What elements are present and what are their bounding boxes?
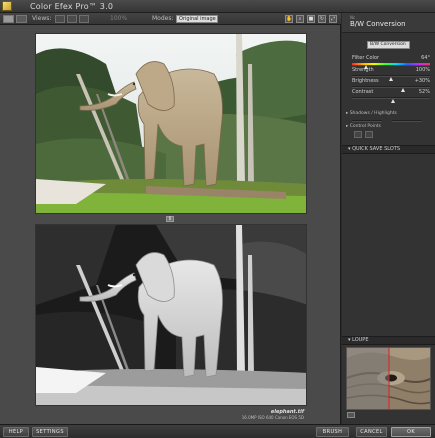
zoom-readout[interactable]: 100%	[110, 14, 127, 24]
settings-button[interactable]: SETTINGS	[32, 427, 68, 437]
slider-track[interactable]	[352, 86, 430, 88]
zoom-tool-icon[interactable]: ⌕	[296, 15, 304, 23]
filter-header: Nc B/W Conversion	[342, 13, 435, 33]
slider-value: 64°	[421, 55, 430, 61]
hand-tool-icon[interactable]: ✋	[285, 15, 293, 23]
view-side-by-side-button[interactable]	[55, 15, 65, 23]
title-bar: Color Efex Pro™ 3.0	[0, 0, 435, 13]
converted-preview-image[interactable]	[35, 224, 307, 406]
fit-screen-icon[interactable]: ⤢	[329, 15, 337, 23]
filter-panel: Nc B/W Conversion B/W Conversion Filter …	[342, 13, 435, 424]
help-button[interactable]: HELP	[3, 427, 29, 437]
slider-value: 100%	[415, 67, 430, 73]
method-select[interactable]: B/W Conversion	[367, 41, 410, 49]
view-split-vertical-button[interactable]	[79, 15, 89, 23]
slider-label: Strength	[352, 67, 374, 73]
view-split-horizontal-button[interactable]	[67, 15, 77, 23]
filter-name: B/W Conversion	[350, 20, 406, 28]
control-points-label: Control Points	[349, 124, 381, 129]
quick-save-label: QUICK SAVE SLOTS	[352, 146, 401, 152]
slider-label: Contrast	[352, 89, 374, 95]
slider-knob[interactable]	[390, 99, 395, 103]
slider-label: Brightness	[352, 78, 379, 84]
loupe-label: LOUPE	[352, 337, 369, 343]
add-control-point-button[interactable]	[354, 131, 362, 138]
slider-label: Filter Color	[352, 55, 380, 61]
background-color-icon[interactable]: ■	[307, 15, 315, 23]
bottom-bar: HELP SETTINGS BRUSH CANCEL OK	[0, 424, 435, 438]
views-label: Views:	[32, 15, 52, 22]
split-view-button[interactable]	[16, 15, 27, 23]
shadows-highlights-label: Shadows / Highlights	[349, 111, 397, 116]
file-info: elephant.tif 16.0MP ISO 640 Canon EOS 5D	[242, 409, 304, 421]
loupe-preview[interactable]	[346, 347, 431, 410]
mode-select[interactable]: Original image	[176, 15, 218, 23]
loupe-bar[interactable]: ▾ LOUPE	[342, 336, 435, 345]
shadows-highlights-toggle[interactable]: ▸ Shadows / Highlights	[346, 109, 431, 118]
quick-save-slots-bar[interactable]: ▾ QUICK SAVE SLOTS	[342, 145, 435, 154]
remove-control-point-button[interactable]	[365, 131, 373, 138]
loupe-mode-button[interactable]	[347, 412, 355, 418]
toolbar: Views: 100% Modes: Original image ✋ ⌕ ■ …	[0, 13, 341, 25]
contrast-slider[interactable]: Contrast 52%	[352, 89, 430, 103]
app-title: Color Efex Pro™ 3.0	[30, 2, 114, 11]
slider-value: 52%	[418, 89, 430, 95]
modes-label: Modes:	[152, 15, 174, 22]
ok-button[interactable]: OK	[391, 427, 431, 437]
original-preview-image[interactable]	[35, 33, 307, 214]
file-meta: 16.0MP ISO 640 Canon EOS 5D	[241, 415, 304, 420]
control-points-toggle[interactable]: ▸ Control Points	[346, 122, 431, 131]
brush-button[interactable]: BRUSH	[316, 427, 349, 437]
slider-value: +30%	[414, 78, 430, 84]
cancel-button[interactable]: CANCEL	[356, 427, 387, 437]
app-logo-icon	[2, 1, 12, 11]
rotate-icon[interactable]: ↻	[318, 15, 326, 23]
preview-canvas: ⇕ elephant.tif 16.0MP ISO 640 Canon EOS …	[0, 25, 341, 424]
split-handle[interactable]: ⇕	[166, 216, 174, 222]
single-view-button[interactable]	[3, 15, 14, 23]
